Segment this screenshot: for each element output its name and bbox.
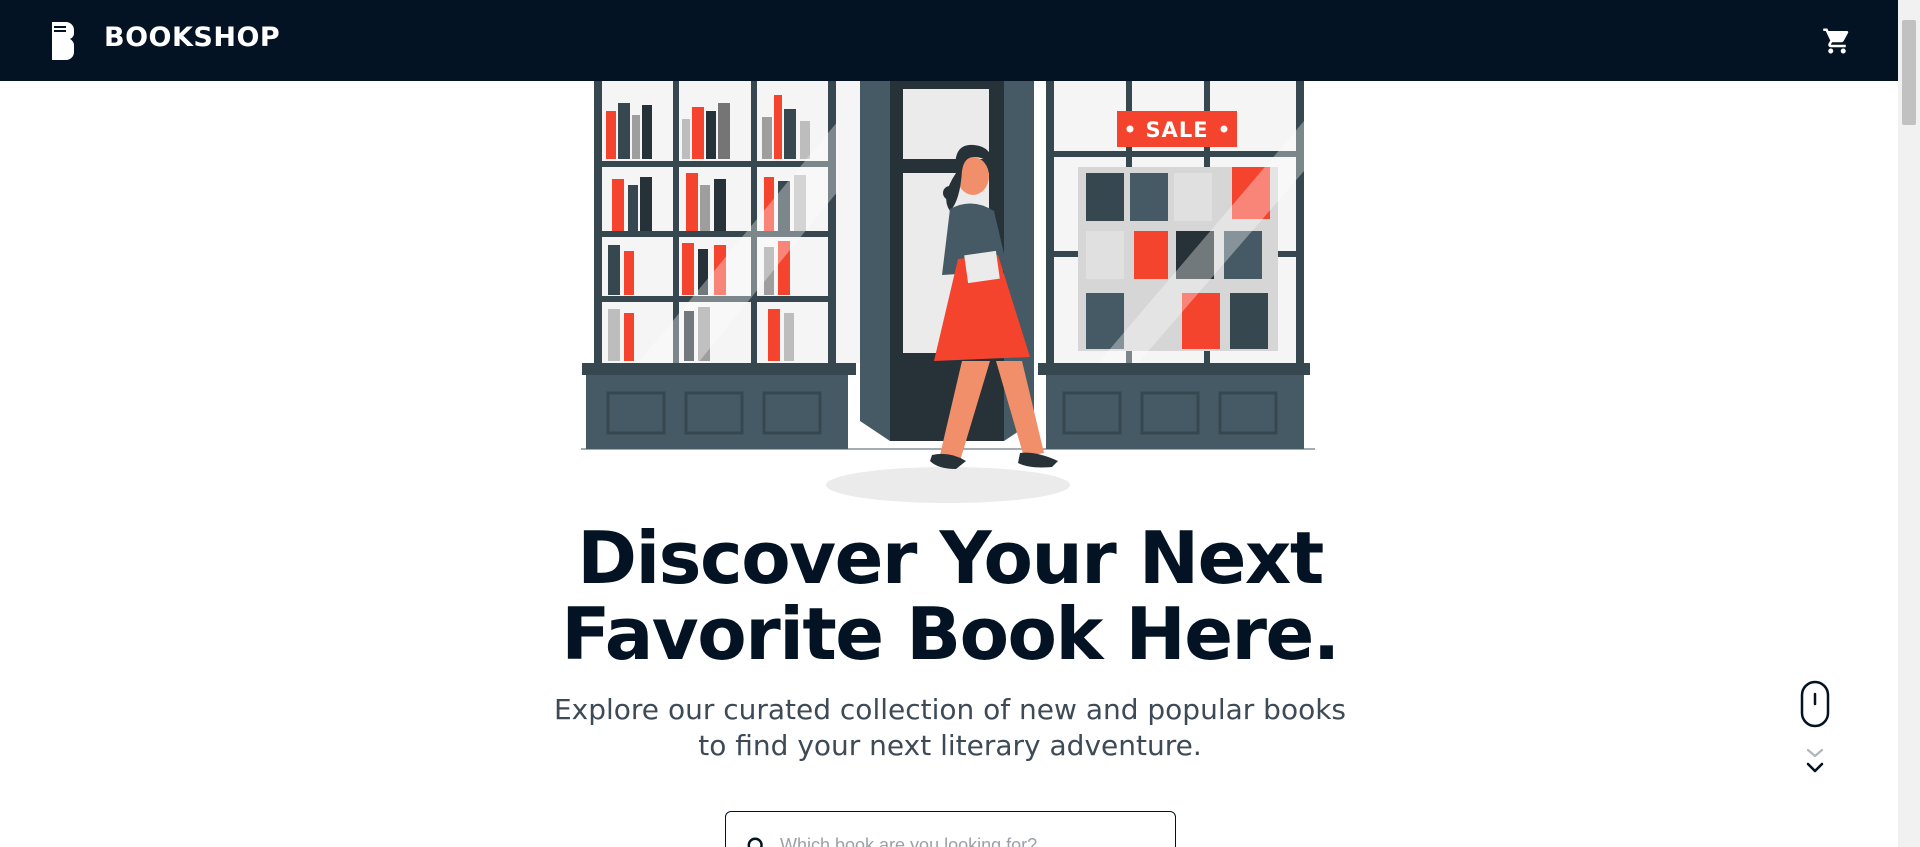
- search-input[interactable]: [780, 830, 1160, 847]
- page-scrollbar-thumb[interactable]: [1902, 20, 1916, 125]
- scroll-mouse-icon[interactable]: [1800, 680, 1830, 728]
- search-box[interactable]: [725, 811, 1176, 847]
- hero-headline: Discover Your Next Favorite Book Here.: [561, 516, 1340, 676]
- book-logo-icon[interactable]: [48, 20, 76, 60]
- bookshop-storefront-illustration: SALE: [581, 81, 1315, 503]
- hero-subtitle: Explore our curated collection of new an…: [553, 693, 1347, 762]
- sale-sign-text: SALE: [1145, 118, 1208, 142]
- chevron-down-icon[interactable]: [1804, 746, 1826, 778]
- page-scrollbar-track[interactable]: [1898, 0, 1920, 847]
- top-navbar: BOOKSHOP: [0, 0, 1898, 81]
- shopping-cart-icon[interactable]: [1822, 26, 1852, 56]
- brand-name[interactable]: BOOKSHOP: [104, 22, 280, 53]
- search-icon: [747, 837, 763, 847]
